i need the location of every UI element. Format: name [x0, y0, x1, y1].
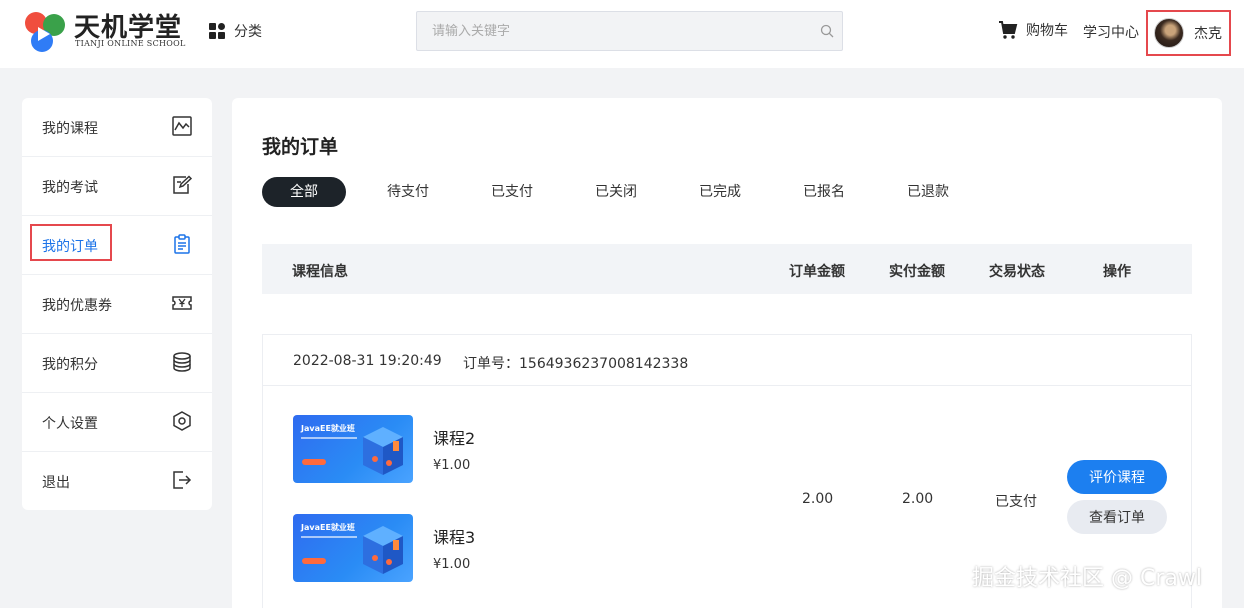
category-menu[interactable]: 分类 [208, 20, 262, 42]
order-header: 2022-08-31 19:20:49 订单号：1564936237008142… [263, 335, 1191, 386]
avatar[interactable] [1154, 18, 1184, 48]
chart-icon [172, 116, 192, 136]
sidebar-item-label: 我的考试 [42, 180, 98, 196]
course-thumbnail[interactable]: JavaEE就业班 [293, 415, 413, 483]
course-price: ¥1.00 [433, 458, 471, 473]
top-header: 天机学堂 TIANJI ONLINE SCHOOL 分类 购物车 学习中心 杰克 [0, 0, 1244, 68]
order-number: 订单号：1564936237008142338 [463, 353, 688, 373]
search-input[interactable] [417, 12, 807, 50]
tab-completed[interactable]: 已完成 [678, 177, 762, 207]
isometric-illustration [363, 526, 403, 574]
list-item: JavaEE就业班 课程3 ¥1.00 [293, 514, 693, 584]
tab-refunded[interactable]: 已退款 [886, 177, 970, 207]
thumbnail-line [301, 536, 357, 538]
thumbnail-title: JavaEE就业班 [301, 424, 355, 433]
edit-icon [173, 175, 192, 194]
sidebar-item-label: 退出 [42, 475, 70, 491]
logo-subtitle: TIANJI ONLINE SCHOOL [75, 39, 186, 48]
thumbnail-badge [302, 459, 326, 465]
cart-link[interactable]: 购物车 [998, 20, 1068, 40]
category-label: 分类 [234, 24, 262, 40]
sidebar: 我的课程 我的考试 我的订单 我的优惠券 我的积分 个人设置 退出 [22, 98, 212, 510]
paid-amount: 2.00 [902, 491, 934, 507]
site-logo[interactable]: 天机学堂 TIANJI ONLINE SCHOOL [22, 7, 185, 53]
logo-icon [25, 12, 65, 52]
sidebar-item-label: 我的课程 [42, 121, 98, 137]
category-grid-icon [209, 23, 225, 39]
course-thumbnail[interactable]: JavaEE就业班 [293, 514, 413, 582]
sidebar-item-my-exams[interactable]: 我的考试 [22, 157, 212, 216]
column-course-info: 课程信息 [292, 264, 348, 280]
orders-panel: 我的订单 全部 待支付 已支付 已关闭 已完成 已报名 已退款 课程信息 订单金… [232, 98, 1222, 608]
status-badge: 已支付 [995, 494, 1037, 510]
cart-icon [999, 21, 1018, 39]
tab-enrolled[interactable]: 已报名 [782, 177, 866, 207]
sidebar-item-label: 个人设置 [42, 416, 98, 432]
order-amount: 2.00 [802, 491, 834, 507]
logout-icon [173, 471, 192, 489]
sidebar-item-logout[interactable]: 退出 [22, 452, 212, 511]
thumbnail-line [301, 437, 357, 439]
isometric-illustration [363, 427, 403, 475]
thumbnail-title: JavaEE就业班 [301, 523, 355, 532]
column-actions: 操作 [1103, 264, 1131, 280]
study-center-link[interactable]: 学习中心 [1083, 22, 1139, 42]
coupon-icon [172, 296, 192, 310]
clipboard-icon [174, 234, 190, 254]
course-name[interactable]: 课程2 [433, 425, 475, 449]
sidebar-item-settings[interactable]: 个人设置 [22, 393, 212, 452]
sidebar-item-label: 我的订单 [42, 239, 98, 255]
sidebar-item-label: 我的优惠券 [42, 298, 112, 314]
sidebar-item-my-orders[interactable]: 我的订单 [22, 216, 212, 275]
coins-icon [173, 352, 191, 372]
sidebar-item-label: 我的积分 [42, 357, 98, 373]
tab-all[interactable]: 全部 [262, 177, 346, 207]
column-order-amount: 订单金额 [789, 264, 845, 280]
sidebar-item-my-coupons[interactable]: 我的优惠券 [22, 275, 212, 334]
sidebar-item-my-courses[interactable]: 我的课程 [22, 98, 212, 157]
order-number-label: 订单号： [463, 356, 519, 372]
column-trade-status: 交易状态 [989, 264, 1045, 280]
settings-hexagon-icon [173, 411, 191, 431]
order-date: 2022-08-31 19:20:49 [293, 353, 442, 369]
review-course-button[interactable]: 评价课程 [1067, 460, 1167, 494]
table-header: 课程信息 订单金额 实付金额 交易状态 操作 [262, 244, 1192, 294]
order-number-value: 1564936237008142338 [519, 356, 689, 372]
view-order-button[interactable]: 查看订单 [1067, 500, 1167, 534]
course-name[interactable]: 课程3 [433, 524, 475, 548]
watermark: 掘金技术社区 @ Crawl [972, 566, 1202, 591]
search-icon[interactable] [820, 24, 834, 38]
column-paid-amount: 实付金额 [889, 264, 945, 280]
tab-paid[interactable]: 已支付 [470, 177, 554, 207]
search-box [416, 11, 843, 51]
page-title: 我的订单 [262, 136, 339, 158]
list-item: JavaEE就业班 课程2 ¥1.00 [293, 415, 693, 485]
user-menu[interactable]: 杰克 [1146, 10, 1231, 56]
tab-pending-payment[interactable]: 待支付 [366, 177, 450, 207]
tab-closed[interactable]: 已关闭 [574, 177, 658, 207]
sidebar-item-my-points[interactable]: 我的积分 [22, 334, 212, 393]
course-price: ¥1.00 [433, 557, 471, 572]
thumbnail-badge [302, 558, 326, 564]
user-name: 杰克 [1194, 26, 1222, 42]
cart-label: 购物车 [1026, 23, 1068, 39]
